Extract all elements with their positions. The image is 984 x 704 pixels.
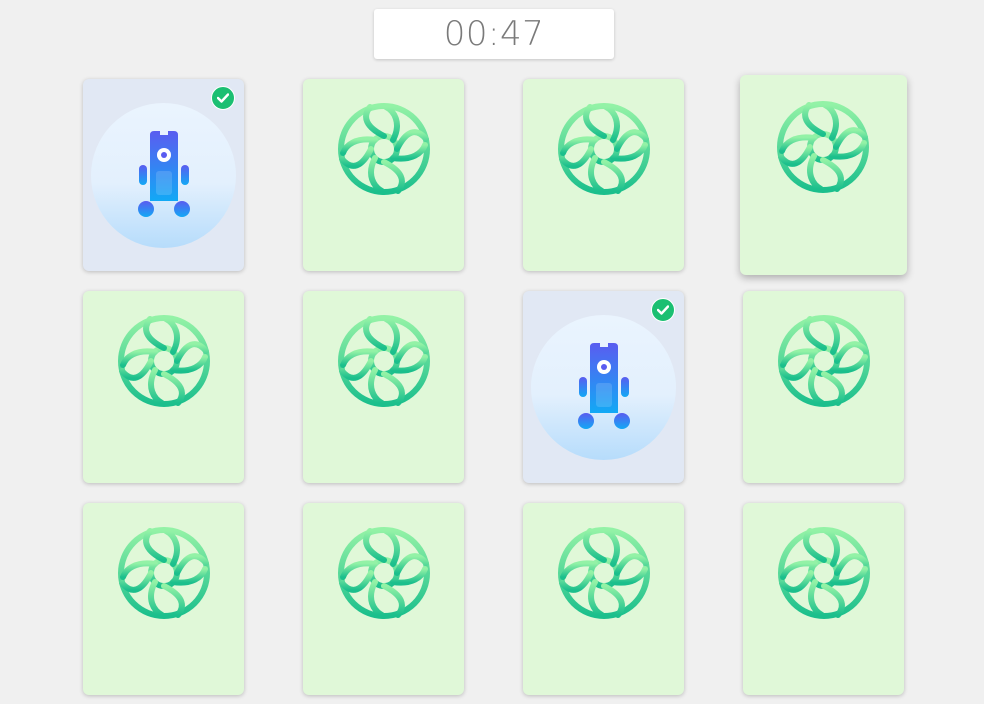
memory-card-matched[interactable] xyxy=(523,291,684,483)
memory-card-hidden[interactable] xyxy=(743,291,904,483)
lollipop-icon xyxy=(338,527,430,670)
memory-card-hidden[interactable] xyxy=(523,503,684,695)
memory-card-hidden[interactable] xyxy=(83,291,244,483)
matched-check-icon xyxy=(211,86,235,110)
memory-card-matched[interactable] xyxy=(83,79,244,271)
card-face-circle xyxy=(91,103,236,248)
memory-card-hidden[interactable] xyxy=(303,291,464,483)
lollipop-icon xyxy=(118,315,210,458)
lollipop-icon xyxy=(777,101,869,244)
lollipop-icon xyxy=(338,315,430,458)
lollipop-icon xyxy=(338,103,430,246)
lollipop-icon xyxy=(778,527,870,670)
lollipop-icon xyxy=(778,315,870,458)
memory-card-hidden[interactable] xyxy=(523,79,684,271)
robot-toy-icon xyxy=(138,131,190,217)
lollipop-icon xyxy=(558,103,650,246)
memory-card-hidden[interactable] xyxy=(83,503,244,695)
lollipop-icon xyxy=(118,527,210,670)
memory-card-hidden[interactable] xyxy=(743,503,904,695)
memory-card-hidden[interactable] xyxy=(303,503,464,695)
lollipop-icon xyxy=(558,527,650,670)
robot-toy-icon xyxy=(578,343,630,429)
matched-check-icon xyxy=(651,298,675,322)
card-face-circle xyxy=(531,315,676,460)
memory-board xyxy=(0,0,984,704)
memory-card-hidden[interactable] xyxy=(303,79,464,271)
memory-card-hidden[interactable] xyxy=(740,75,907,275)
